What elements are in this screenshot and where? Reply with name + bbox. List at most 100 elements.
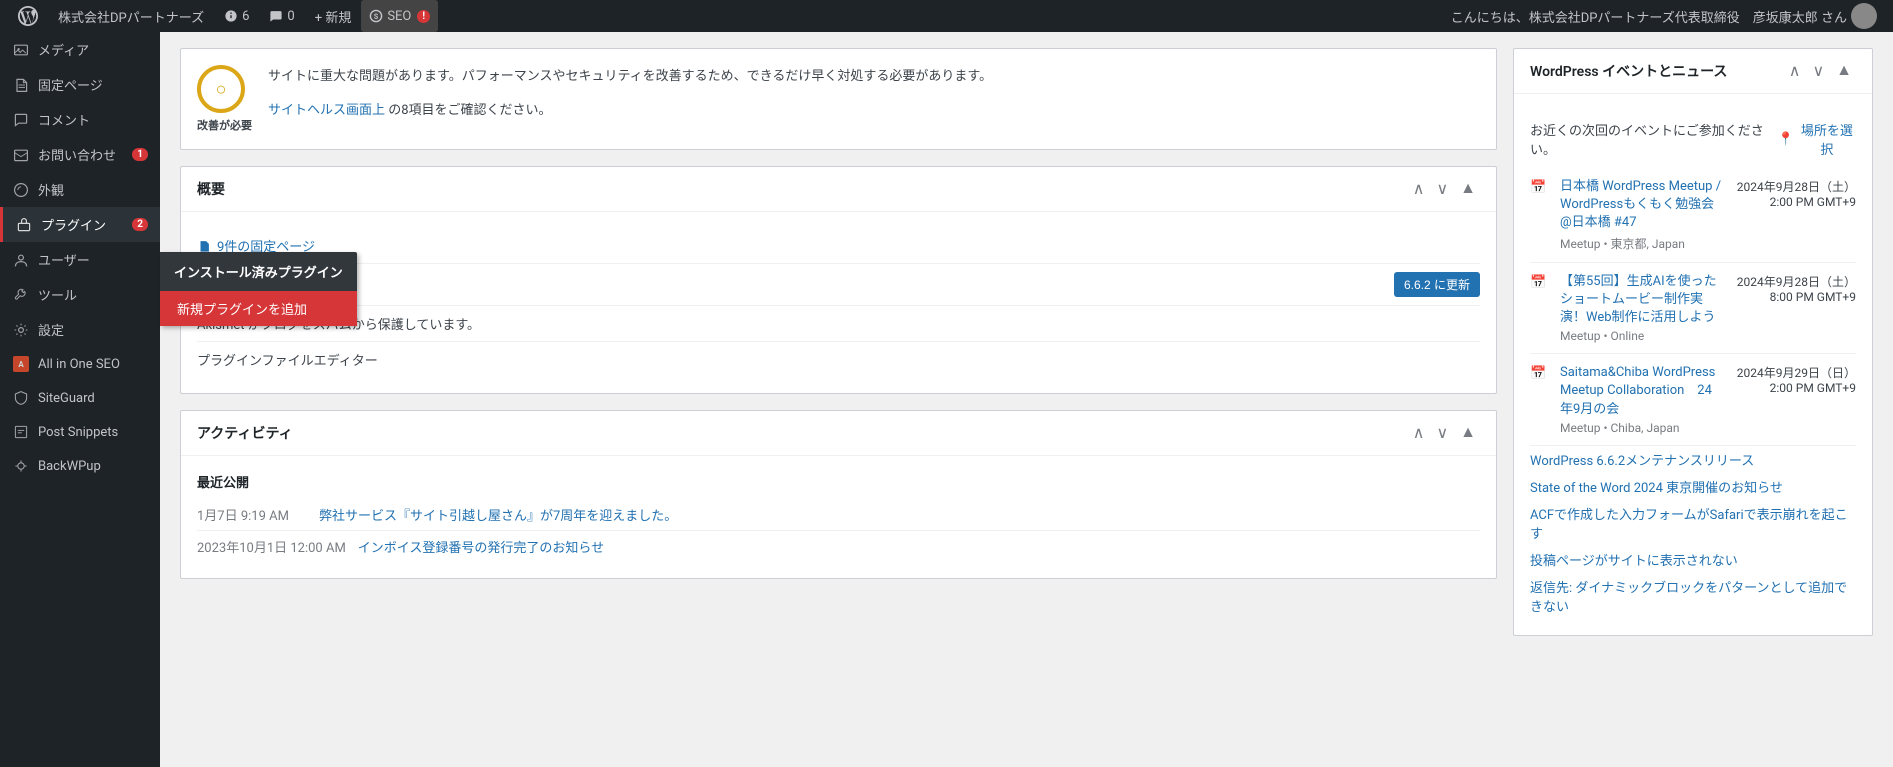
overview-toggle[interactable]: ▲ [1456,178,1480,200]
event-title-1[interactable]: 日本橋 WordPress Meetup / WordPressもくもく勉強会@… [1560,179,1721,230]
health-link[interactable]: サイトヘルス画面上 [268,103,385,118]
backwpup-icon [12,457,30,475]
calendar-icon-3: 📅 [1530,366,1548,384]
sidebar-item-media[interactable]: メディア [0,32,160,67]
overview-collapse-down[interactable]: ∨ [1432,177,1452,201]
sidebar-label-aioseo: All in One SEO [38,357,148,372]
comments-btn[interactable]: 0 [259,0,304,32]
news-link-5[interactable]: 返信先: ダイナミックブロックをパターンとして追加できない [1530,573,1856,619]
events-intro: お近くの次回のイベントにご参加ください。 📍 場所を選択 [1530,110,1856,168]
overview-card: 概要 ∧ ∨ ▲ 9件の固定ページ [180,166,1497,394]
sidebar: メディア 固定ページ コメント お問い合わせ 1 [0,32,160,767]
event-meta-2: Meetup • Online [1560,329,1724,343]
location-pin-icon: 📍 [1777,131,1793,147]
sidebar-item-users[interactable]: ユーザー [0,242,160,277]
activity-link-1[interactable]: 弊社サービス『サイト引越し屋さん』が7周年を迎えました。 [319,509,677,524]
event-date-1: 2024年9月28日（土） 2:00 PM GMT+9 [1736,178,1856,252]
sidebar-item-comments[interactable]: コメント [0,102,160,137]
event-title-3[interactable]: Saitama&Chiba WordPress Meetup Collabora… [1560,365,1715,416]
activity-content-2: インボイス登録番号の発行完了のお知らせ [358,537,604,556]
events-title: WordPress イベントとニュース [1530,61,1727,81]
sidebar-label-appearance: 外観 [38,180,148,199]
plugins-badge: 2 [132,218,148,231]
media-icon [12,41,30,59]
sidebar-label-tools: ツール [38,285,148,304]
overview-theme-row: Extension テーマ) 6.6.2 に更新 [197,264,1480,306]
users-icon [12,251,30,269]
health-title: 改善が必要 [197,117,252,133]
sidebar-item-backwpup[interactable]: BackWPup [0,449,160,483]
overview-pages-row: 9件の固定ページ [197,228,1480,264]
sidebar-item-contact[interactable]: お問い合わせ 1 [0,137,160,172]
sidebar-item-tools[interactable]: ツール [0,277,160,312]
event-body-1: 日本橋 WordPress Meetup / WordPressもくもく勉強会@… [1560,178,1724,252]
health-icon: ○ 改善が必要 [197,65,252,133]
event-meta-1: Meetup • 東京都, Japan [1560,235,1724,252]
event-item-1: 📅 日本橋 WordPress Meetup / WordPressもくもく勉強… [1530,168,1856,263]
activity-link-2[interactable]: インボイス登録番号の発行完了のお知らせ [358,541,604,556]
location-select-btn[interactable]: 📍 場所を選択 [1777,120,1856,158]
sidebar-item-siteguard[interactable]: SiteGuard [0,381,160,415]
appearance-icon [12,181,30,199]
update-theme-btn[interactable]: 6.6.2 に更新 [1394,272,1480,297]
sidebar-menu: メディア 固定ページ コメント お問い合わせ 1 [0,32,160,483]
sidebar-item-settings[interactable]: 設定 [0,312,160,347]
wp-logo[interactable] [8,0,48,32]
activity-item-2: 2023年10月1日 12:00 AM インボイス登録番号の発行完了のお知らせ [197,531,1480,562]
site-health-card: ○ 改善が必要 サイトに重大な問題があります。パフォーマンスやセキュリティを改善… [180,48,1497,150]
settings-icon [12,321,30,339]
siteguard-icon [12,389,30,407]
events-toggle[interactable]: ▲ [1832,60,1856,82]
activity-item-1: 1月7日 9:19 AM 弊社サービス『サイト引越し屋さん』が7周年を迎えました… [197,499,1480,531]
sidebar-item-plugins[interactable]: プラグイン 2 [0,207,160,242]
news-link-1[interactable]: WordPress 6.6.2メンテナンスリリース [1530,446,1856,473]
event-title-2[interactable]: 【第55回】生成AIを使ったショートムービー制作実演！Web制作に活用しよう [1560,274,1717,325]
plugins-icon [15,216,33,234]
health-description: サイトに重大な問題があります。パフォーマンスやセキュリティを改善するため、できる… [268,65,1480,118]
news-link-4[interactable]: 投稿ページがサイトに表示されない [1530,546,1856,573]
sidebar-label-plugins: プラグイン [41,215,124,234]
tools-icon [12,286,30,304]
events-card: WordPress イベントとニュース ∧ ∨ ▲ お近くの次回のイベントにご参… [1513,48,1873,636]
sidebar-item-appearance[interactable]: 外観 [0,172,160,207]
comments-icon [12,111,30,129]
seo-alert-badge: ! [417,10,430,23]
news-link-3[interactable]: ACFで作成した入力フォームがSafariで表示崩れを起こす [1530,500,1856,546]
seo-btn[interactable]: S SEO ! [361,0,438,32]
activity-toggle[interactable]: ▲ [1456,422,1480,444]
sidebar-label-settings: 設定 [38,320,148,339]
activity-date-2: 2023年10月1日 12:00 AM [197,537,346,556]
news-link-2[interactable]: State of the Word 2024 東京開催のお知らせ [1530,473,1856,500]
calendar-icon-1: 📅 [1530,180,1548,198]
sidebar-label-media: メディア [38,40,148,59]
activity-controls: ∧ ∨ ▲ [1409,421,1480,445]
health-circle: ○ [197,65,245,113]
sidebar-label-pages: 固定ページ [38,75,148,94]
post-snippets-icon [12,423,30,441]
sidebar-item-aioseo[interactable]: A All in One SEO [0,347,160,381]
sidebar-item-post-snippets[interactable]: Post Snippets [0,415,160,449]
new-content-btn[interactable]: + 新規 [305,0,362,32]
admin-bar: 株式会社DPパートナーズ 6 0 + 新規 S SEO ! こんにちは、株式会社… [0,0,1893,32]
sidebar-label-post-snippets: Post Snippets [38,425,148,440]
sidebar-label-contact: お問い合わせ [38,145,124,164]
sidebar-item-pages[interactable]: 固定ページ [0,67,160,102]
contact-icon [12,146,30,164]
overview-spam-row: Akismet がブログをスパムから保護しています。 [197,306,1480,342]
overview-body: 9件の固定ページ Extension テーマ) 6.6.2 に更新 Akisme… [181,212,1496,393]
avatar[interactable] [1851,3,1877,29]
main-content: ○ 改善が必要 サイトに重大な問題があります。パフォーマンスやセキュリティを改善… [160,32,1893,767]
activity-collapse-up[interactable]: ∧ [1409,421,1429,445]
activity-date-1: 1月7日 9:19 AM [197,505,307,524]
updates-btn[interactable]: 6 [214,0,259,32]
activity-collapse-down[interactable]: ∨ [1432,421,1452,445]
overview-collapse-up[interactable]: ∧ [1409,177,1429,201]
site-name[interactable]: 株式会社DPパートナーズ [48,0,214,32]
svg-text:S: S [374,13,379,21]
calendar-icon-2: 📅 [1530,275,1548,293]
events-collapse-down[interactable]: ∨ [1808,59,1828,83]
events-header: WordPress イベントとニュース ∧ ∨ ▲ [1514,49,1872,94]
activity-section-title: 最近公開 [197,472,1480,491]
events-collapse-up[interactable]: ∧ [1785,59,1805,83]
sidebar-label-siteguard: SiteGuard [38,391,148,406]
